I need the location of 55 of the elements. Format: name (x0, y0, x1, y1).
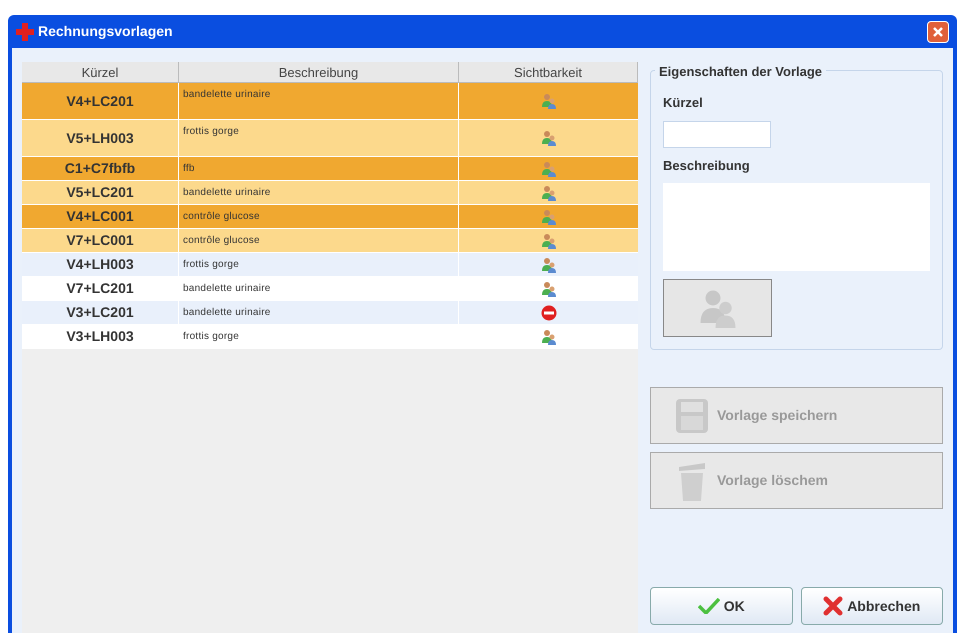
description-cell-text: frottis gorge (183, 125, 240, 139)
code-input-field[interactable] (663, 120, 771, 148)
table-row[interactable]: V7+LC001 contrôle glucose (22, 229, 638, 253)
window-title: Rechnungsvorlagen (38, 22, 173, 41)
users-icon (540, 256, 556, 272)
checkmark-icon (698, 598, 720, 614)
users-icon (540, 232, 556, 248)
close-icon (932, 26, 944, 38)
code-cell-text: V3+LH003 (66, 327, 134, 346)
description-cell-text: contrôle glucose (183, 210, 260, 224)
users-icon (540, 208, 556, 224)
table-row[interactable]: V3+LH003 frottis gorge (22, 325, 638, 349)
code-cell-text: V4+LH003 (66, 255, 134, 274)
code-cell-text: V7+LC001 (66, 231, 134, 250)
description-cell-text: bandelette urinaire (183, 282, 271, 296)
column-header[interactable]: Sichtbarkeit (459, 62, 638, 82)
code-cell-text: V4+LC201 (66, 92, 134, 110)
description-cell-text: ffb (183, 162, 195, 176)
table-row[interactable]: V3+LC201 bandelette urinaire (22, 301, 638, 325)
users-icon (540, 130, 556, 146)
code-cell-text: C1+C7fbfb (64, 159, 136, 178)
users-icon (540, 93, 556, 109)
column-header[interactable]: Beschreibung (179, 62, 459, 82)
no-entry-icon (540, 304, 556, 320)
table-row[interactable]: C1+C7fbfb ffb (22, 157, 638, 181)
table-row[interactable]: V4+LH003 frottis gorge (22, 253, 638, 277)
table-row[interactable]: V5+LC201 bandelette urinaire (22, 181, 638, 205)
field-label: Kürzel (663, 94, 704, 112)
cross-icon (16, 22, 34, 40)
description-cell-text: frottis gorge (183, 258, 240, 272)
code-cell-text: V5+LC201 (66, 183, 134, 202)
table-row[interactable]: V4+LC201 bandelette urinaire (22, 83, 638, 120)
table-row[interactable]: V5+LH003 frottis gorge (22, 120, 638, 157)
code-cell-text: V4+LC001 (66, 207, 134, 226)
field-label: Beschreibung (663, 156, 751, 175)
code-cell-text: V7+LC201 (66, 279, 134, 298)
users-icon (698, 288, 738, 328)
close-button[interactable] (927, 20, 949, 42)
code-cell-text: V3+LC201 (66, 303, 134, 322)
table-row[interactable]: V4+LC001 contrôle glucose (22, 205, 638, 229)
users-icon (540, 280, 556, 296)
column-header[interactable]: Kürzel (22, 62, 179, 82)
close-icon (823, 596, 844, 616)
table-row[interactable]: V7+LC201 bandelette urinaire (22, 277, 638, 301)
users-icon (540, 328, 556, 344)
users-icon (540, 160, 556, 176)
ok-button[interactable]: OK (650, 587, 792, 625)
code-cell-text: V5+LH003 (66, 128, 134, 148)
users-icon (540, 184, 556, 200)
cancel-button[interactable]: Abbrechen (800, 587, 943, 625)
description-cell-text: bandelette urinaire (183, 186, 271, 200)
description-cell-text: bandelette urinaire (183, 306, 271, 320)
description-cell-text: frottis gorge (183, 330, 240, 344)
description-cell-text: bandelette urinaire (183, 88, 271, 102)
description-cell-text: contrôle glucose (183, 234, 260, 248)
